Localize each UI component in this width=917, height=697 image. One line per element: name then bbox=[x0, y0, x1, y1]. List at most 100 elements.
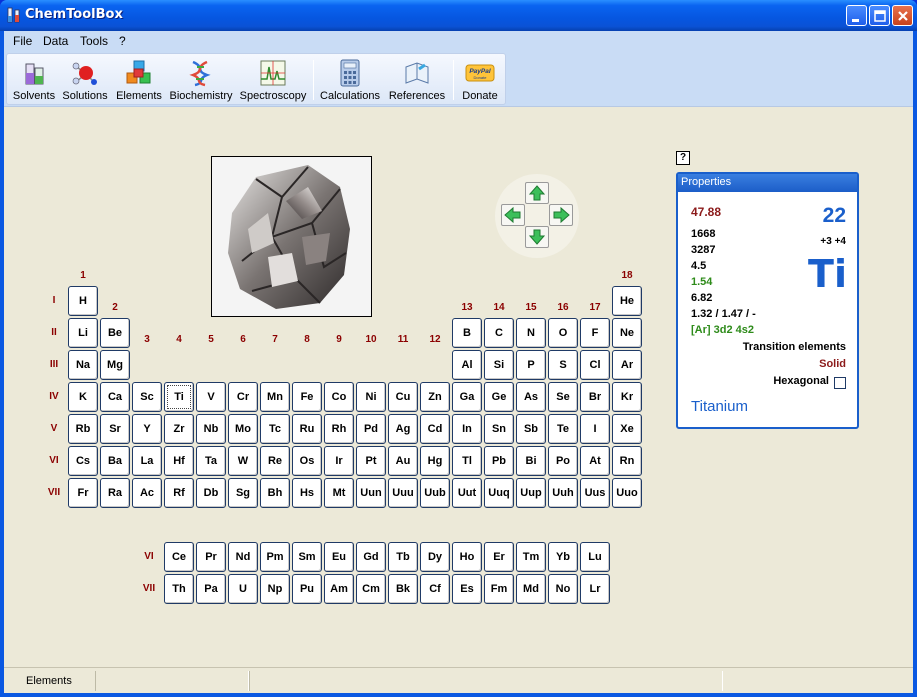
toolbar-solutions-button[interactable]: Solutions bbox=[60, 56, 110, 104]
element-cf[interactable]: Cf bbox=[420, 574, 450, 604]
element-ba[interactable]: Ba bbox=[100, 446, 130, 476]
element-cr[interactable]: Cr bbox=[228, 382, 258, 412]
element-se[interactable]: Se bbox=[548, 382, 578, 412]
element-lr[interactable]: Lr bbox=[580, 574, 610, 604]
element-sn[interactable]: Sn bbox=[484, 414, 514, 444]
element-ce[interactable]: Ce bbox=[164, 542, 194, 572]
element-tb[interactable]: Tb bbox=[388, 542, 418, 572]
element-mo[interactable]: Mo bbox=[228, 414, 258, 444]
element-ta[interactable]: Ta bbox=[196, 446, 226, 476]
element-uub[interactable]: Uub bbox=[420, 478, 450, 508]
element-sm[interactable]: Sm bbox=[292, 542, 322, 572]
element-uun[interactable]: Uun bbox=[356, 478, 386, 508]
element-c[interactable]: C bbox=[484, 318, 514, 348]
element-ir[interactable]: Ir bbox=[324, 446, 354, 476]
maximize-button[interactable] bbox=[869, 5, 890, 26]
element-pt[interactable]: Pt bbox=[356, 446, 386, 476]
element-md[interactable]: Md bbox=[516, 574, 546, 604]
element-as[interactable]: As bbox=[516, 382, 546, 412]
element-mn[interactable]: Mn bbox=[260, 382, 290, 412]
element-zn[interactable]: Zn bbox=[420, 382, 450, 412]
nav-left-button[interactable] bbox=[501, 204, 525, 226]
element-pr[interactable]: Pr bbox=[196, 542, 226, 572]
element-ac[interactable]: Ac bbox=[132, 478, 162, 508]
toolbar-calculations-button[interactable]: Calculations bbox=[318, 56, 382, 104]
minimize-button[interactable] bbox=[846, 5, 867, 26]
element-ne[interactable]: Ne bbox=[612, 318, 642, 348]
element-o[interactable]: O bbox=[548, 318, 578, 348]
element-in[interactable]: In bbox=[452, 414, 482, 444]
toolbar-solvents-button[interactable]: Solvents bbox=[10, 56, 58, 104]
element-co[interactable]: Co bbox=[324, 382, 354, 412]
toolbar-spectroscopy-button[interactable]: Spectroscopy bbox=[237, 56, 309, 104]
element-gd[interactable]: Gd bbox=[356, 542, 386, 572]
element-y[interactable]: Y bbox=[132, 414, 162, 444]
element-zr[interactable]: Zr bbox=[164, 414, 194, 444]
element-ti[interactable]: Ti bbox=[164, 382, 194, 412]
element-cm[interactable]: Cm bbox=[356, 574, 386, 604]
element-uup[interactable]: Uup bbox=[516, 478, 546, 508]
element-rn[interactable]: Rn bbox=[612, 446, 642, 476]
element-i[interactable]: I bbox=[580, 414, 610, 444]
element-np[interactable]: Np bbox=[260, 574, 290, 604]
element-eu[interactable]: Eu bbox=[324, 542, 354, 572]
element-ag[interactable]: Ag bbox=[388, 414, 418, 444]
element-sg[interactable]: Sg bbox=[228, 478, 258, 508]
nav-down-button[interactable] bbox=[525, 226, 549, 248]
element-mt[interactable]: Mt bbox=[324, 478, 354, 508]
element-li[interactable]: Li bbox=[68, 318, 98, 348]
menu-data[interactable]: Data bbox=[43, 34, 68, 48]
element-h[interactable]: H bbox=[68, 286, 98, 316]
properties-help-button[interactable]: ? bbox=[676, 151, 690, 165]
menu-file[interactable]: File bbox=[13, 34, 32, 48]
element-uuh[interactable]: Uuh bbox=[548, 478, 578, 508]
element-br[interactable]: Br bbox=[580, 382, 610, 412]
element-p[interactable]: P bbox=[516, 350, 546, 380]
element-w[interactable]: W bbox=[228, 446, 258, 476]
element-ar[interactable]: Ar bbox=[612, 350, 642, 380]
element-ge[interactable]: Ge bbox=[484, 382, 514, 412]
element-cu[interactable]: Cu bbox=[388, 382, 418, 412]
element-rf[interactable]: Rf bbox=[164, 478, 194, 508]
toolbar-references-button[interactable]: References bbox=[385, 56, 449, 104]
toolbar-donate-button[interactable]: PayPal Donate Donate bbox=[457, 56, 503, 104]
nav-right-button[interactable] bbox=[549, 204, 573, 226]
element-fm[interactable]: Fm bbox=[484, 574, 514, 604]
element-os[interactable]: Os bbox=[292, 446, 322, 476]
element-uus[interactable]: Uus bbox=[580, 478, 610, 508]
element-te[interactable]: Te bbox=[548, 414, 578, 444]
element-db[interactable]: Db bbox=[196, 478, 226, 508]
element-cl[interactable]: Cl bbox=[580, 350, 610, 380]
element-rb[interactable]: Rb bbox=[68, 414, 98, 444]
element-hg[interactable]: Hg bbox=[420, 446, 450, 476]
element-sb[interactable]: Sb bbox=[516, 414, 546, 444]
element-at[interactable]: At bbox=[580, 446, 610, 476]
element-pd[interactable]: Pd bbox=[356, 414, 386, 444]
element-al[interactable]: Al bbox=[452, 350, 482, 380]
element-uuo[interactable]: Uuo bbox=[612, 478, 642, 508]
element-lu[interactable]: Lu bbox=[580, 542, 610, 572]
element-k[interactable]: K bbox=[68, 382, 98, 412]
element-b[interactable]: B bbox=[452, 318, 482, 348]
element-uut[interactable]: Uut bbox=[452, 478, 482, 508]
element-nd[interactable]: Nd bbox=[228, 542, 258, 572]
element-bh[interactable]: Bh bbox=[260, 478, 290, 508]
element-na[interactable]: Na bbox=[68, 350, 98, 380]
element-sc[interactable]: Sc bbox=[132, 382, 162, 412]
element-f[interactable]: F bbox=[580, 318, 610, 348]
element-au[interactable]: Au bbox=[388, 446, 418, 476]
element-he[interactable]: He bbox=[612, 286, 642, 316]
element-th[interactable]: Th bbox=[164, 574, 194, 604]
close-button[interactable] bbox=[892, 5, 913, 26]
element-u[interactable]: U bbox=[228, 574, 258, 604]
element-mg[interactable]: Mg bbox=[100, 350, 130, 380]
element-pm[interactable]: Pm bbox=[260, 542, 290, 572]
element-ga[interactable]: Ga bbox=[452, 382, 482, 412]
element-nb[interactable]: Nb bbox=[196, 414, 226, 444]
element-uuu[interactable]: Uuu bbox=[388, 478, 418, 508]
element-kr[interactable]: Kr bbox=[612, 382, 642, 412]
element-re[interactable]: Re bbox=[260, 446, 290, 476]
element-s[interactable]: S bbox=[548, 350, 578, 380]
element-cd[interactable]: Cd bbox=[420, 414, 450, 444]
element-fr[interactable]: Fr bbox=[68, 478, 98, 508]
